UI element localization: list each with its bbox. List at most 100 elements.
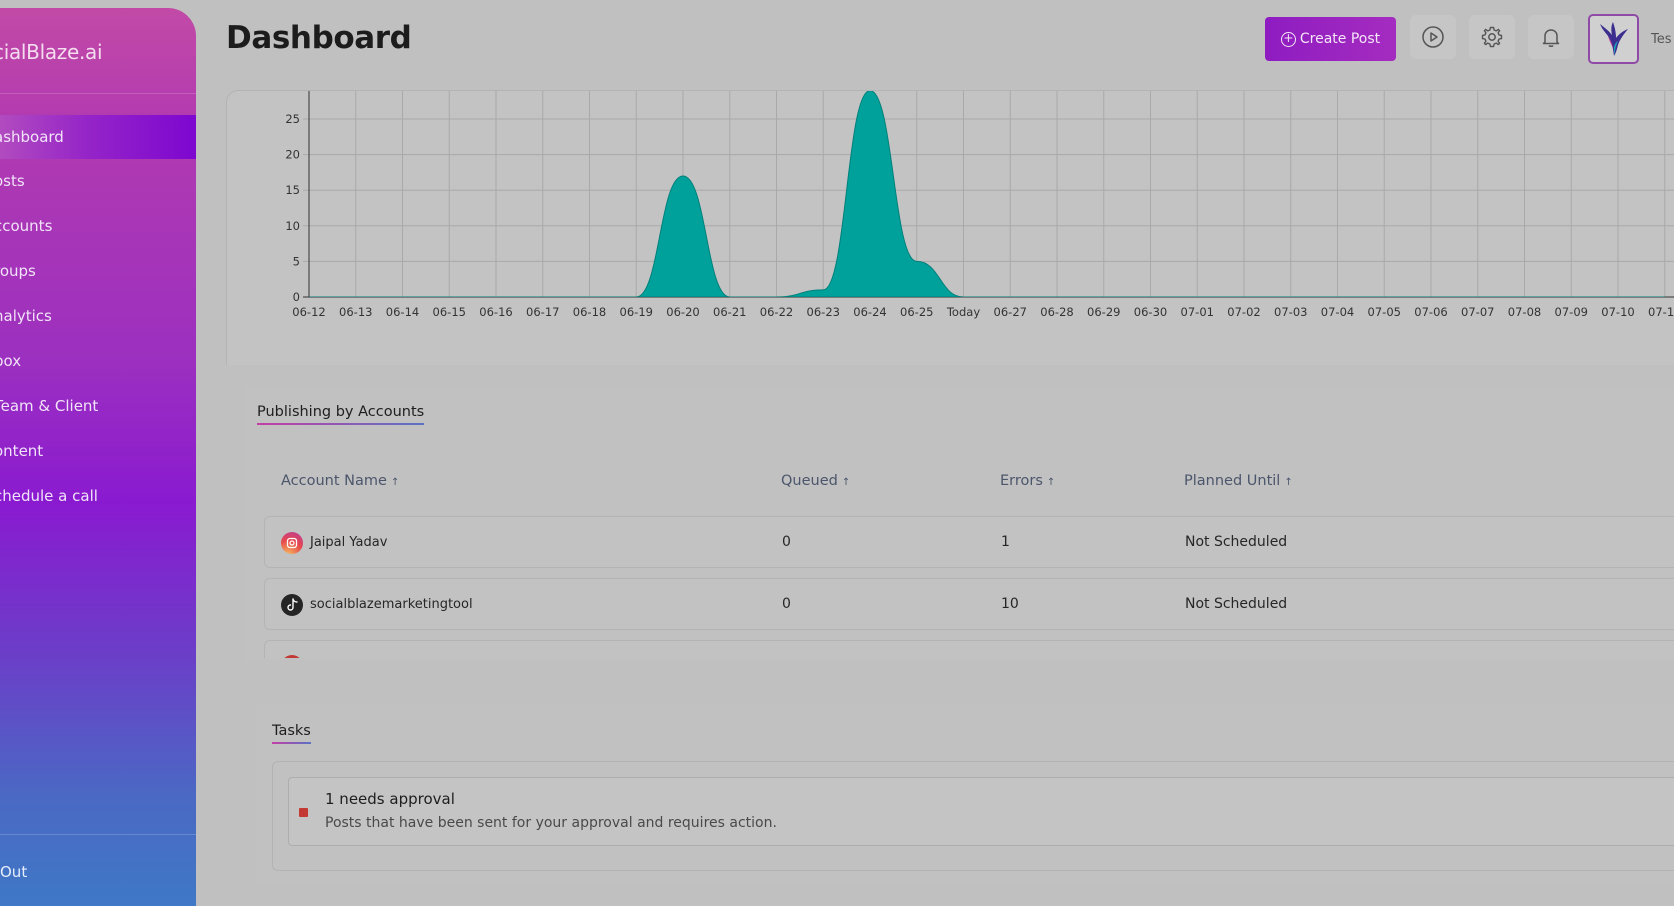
x-tick-label: 06-24	[853, 305, 886, 319]
x-tick-label: 07-05	[1368, 305, 1401, 319]
y-tick-label: 5	[293, 254, 300, 268]
x-tick-label: 06-28	[1040, 305, 1073, 319]
sort-arrow-icon: ↑	[841, 477, 851, 488]
x-tick-label: 07-11	[1648, 305, 1674, 319]
y-tick-label: 10	[285, 219, 300, 233]
x-tick-label: 06-18	[573, 305, 606, 319]
x-tick-label: Today	[946, 305, 980, 319]
title-underline	[272, 742, 311, 744]
x-tick-label: 06-15	[433, 305, 466, 319]
sort-arrow-icon: ↑	[1284, 477, 1293, 488]
sidebar-footer: Out	[0, 834, 196, 906]
tasks-title-text: Tasks	[272, 723, 311, 739]
username[interactable]: Tes	[1651, 32, 1672, 47]
x-tick-label: 06-23	[807, 305, 840, 319]
create-post-label: Create Post	[1299, 31, 1381, 47]
column-label: Queued	[781, 473, 838, 489]
gear-icon	[1481, 26, 1503, 48]
plus-circle-icon: +	[1280, 31, 1296, 47]
publishing-chart-card: 0 5 10 15 20 25 06-12 06-13 06-14 06-15 06-16 06-17…	[226, 90, 1674, 365]
errors-count: 1	[1001, 534, 1010, 550]
x-tick-label: 07-07	[1461, 305, 1494, 319]
task-title: 1 needs approval	[325, 790, 455, 808]
x-tick-label: 06-17	[526, 305, 559, 319]
column-label: Planned Until	[1184, 473, 1281, 489]
column-header-planned-until[interactable]: Planned Until ↑	[1184, 473, 1293, 489]
table-row[interactable]: socialblazemarketingtool 0 10 Not Schedu…	[264, 578, 1674, 630]
x-tick-label: 07-10	[1601, 305, 1634, 319]
play-icon	[1422, 26, 1444, 48]
x-tick-label: 06-22	[760, 305, 793, 319]
play-tutorial-button[interactable]	[1410, 15, 1456, 59]
column-label: Errors	[1000, 473, 1043, 489]
x-tick-label: 06-20	[666, 305, 699, 319]
column-label: Account Name	[281, 473, 387, 489]
task-description: Posts that have been sent for your appro…	[325, 815, 777, 831]
table-row[interactable]	[264, 640, 1674, 658]
x-tick-label: 06-16	[479, 305, 512, 319]
sidebar-item-label: ashboard	[0, 128, 64, 146]
sidebar-item-accounts[interactable]: ccounts	[0, 204, 196, 248]
brand-logo-text[interactable]: cialBlaze.ai	[0, 40, 103, 64]
sidebar-item-label: roups	[0, 262, 36, 280]
planned-until: Not Scheduled	[1185, 534, 1288, 550]
sidebar-item-posts[interactable]: osts	[0, 159, 196, 203]
sidebar-item-schedule-call[interactable]: chedule a call	[0, 474, 196, 518]
sidebar-item-label: nalytics	[0, 307, 52, 325]
y-tick-label: 0	[293, 290, 300, 304]
x-tick-label: 07-02	[1227, 305, 1260, 319]
planned-until: Not Scheduled	[1185, 596, 1288, 612]
y-tick-label: 15	[285, 183, 300, 197]
settings-button[interactable]	[1469, 15, 1515, 59]
sign-out-button[interactable]: Out	[0, 863, 27, 881]
sidebar-item-label: Team & Client	[0, 397, 99, 415]
sort-arrow-icon: ↑	[1046, 477, 1056, 488]
y-tick-label: 25	[285, 112, 300, 126]
notifications-button[interactable]	[1528, 15, 1574, 59]
x-tick-label: 06-30	[1134, 305, 1167, 319]
account-name[interactable]: Jaipal Yadav	[310, 535, 387, 550]
page-title: Dashboard	[226, 20, 412, 56]
x-tick-label: 07-03	[1274, 305, 1307, 319]
status-indicator-icon	[299, 808, 308, 817]
x-tick-label: 06-29	[1087, 305, 1120, 319]
sidebar-item-content[interactable]: ontent	[0, 429, 196, 473]
sidebar-item-groups[interactable]: roups	[0, 249, 196, 293]
x-tick-label: 06-12	[292, 305, 325, 319]
accounts-section-title[interactable]: Publishing by Accounts	[257, 404, 425, 425]
series-area	[309, 91, 1665, 297]
bell-icon	[1542, 29, 1560, 47]
queued-count: 0	[782, 534, 791, 550]
task-item[interactable]	[288, 777, 1674, 846]
x-tick-label: 07-01	[1181, 305, 1214, 319]
queued-count: 0	[782, 596, 791, 612]
sidebar-item-dashboard[interactable]: ashboard	[0, 115, 196, 159]
sidebar-item-team-client[interactable]: Team & Client	[0, 384, 196, 428]
instagram-icon	[281, 532, 303, 554]
table-row[interactable]: Jaipal Yadav 0 1 Not Scheduled	[264, 516, 1674, 568]
tasks-section-title[interactable]: Tasks	[272, 723, 311, 744]
sidebar: cialBlaze.ai ashboard osts ccounts roups…	[0, 8, 196, 906]
column-header-account-name[interactable]: Account Name ↑	[281, 473, 399, 489]
x-tick-label: 07-06	[1414, 305, 1447, 319]
create-post-button[interactable]: + Create Post	[1265, 17, 1396, 61]
column-header-errors[interactable]: Errors ↑	[1000, 473, 1055, 489]
y-tick-label: 20	[285, 148, 300, 162]
x-tick-label: 06-25	[900, 305, 933, 319]
youtube-icon	[281, 655, 303, 658]
sidebar-item-label: ontent	[0, 442, 44, 460]
x-tick-label: 06-21	[713, 305, 746, 319]
title-underline	[257, 423, 425, 425]
column-header-queued[interactable]: Queued ↑	[781, 473, 850, 489]
sidebar-item-inbox[interactable]: box	[0, 339, 196, 383]
x-tick-label: 06-19	[620, 305, 653, 319]
bird-logo-icon	[1599, 22, 1628, 56]
sidebar-item-analytics[interactable]: nalytics	[0, 294, 196, 338]
account-name[interactable]: socialblazemarketingtool	[310, 597, 473, 612]
sort-arrow-icon: ↑	[390, 477, 400, 488]
tiktok-icon	[281, 594, 303, 616]
x-tick-label: 06-13	[339, 305, 372, 319]
avatar[interactable]	[1588, 14, 1639, 64]
x-tick-label: 07-08	[1508, 305, 1541, 319]
x-tick-label: 06-14	[386, 305, 419, 319]
